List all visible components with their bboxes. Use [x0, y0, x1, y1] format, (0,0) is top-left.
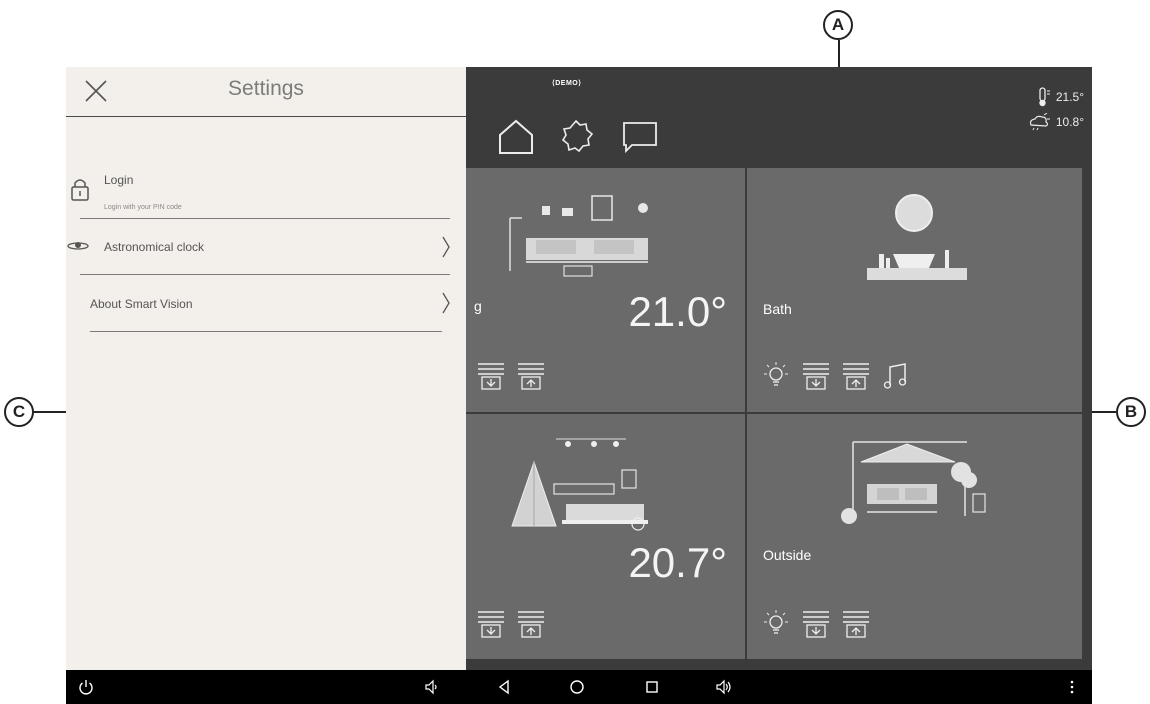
- blind-up-icon[interactable]: [841, 361, 871, 391]
- lock-icon: [71, 179, 89, 201]
- more-icon[interactable]: [1064, 679, 1080, 695]
- power-icon[interactable]: [78, 679, 94, 695]
- gear-icon[interactable]: [556, 117, 596, 155]
- indoor-temp-value: 21.5°: [1055, 90, 1084, 104]
- bath-illustration: [867, 194, 967, 280]
- menu-item-label: About Smart Vision: [90, 297, 193, 311]
- callout-b: B: [1116, 397, 1146, 427]
- chevron-right-icon: [442, 236, 450, 258]
- light-icon[interactable]: [761, 609, 791, 639]
- app-screen: ⟨DEMO⟩ 21.5° 10.8° g 21.0° Bath 20.7° Ou…: [66, 67, 1092, 704]
- divider: [90, 331, 442, 332]
- blind-up-icon[interactable]: [841, 609, 871, 639]
- room-temperature: 21.0°: [628, 288, 727, 335]
- room-tile-bath[interactable]: Bath: [747, 168, 1082, 412]
- blind-down-icon[interactable]: [801, 361, 831, 391]
- room-controls: [761, 609, 871, 639]
- recents-icon[interactable]: [644, 679, 660, 695]
- living-room-illustration: [509, 195, 648, 277]
- figure: A B C ⟨DEMO⟩ 21.5° 10.8° g 21.0° Bath 20…: [0, 0, 1150, 704]
- chat-icon[interactable]: [620, 117, 660, 155]
- divider: [80, 218, 450, 219]
- volume-up-icon[interactable]: [716, 679, 732, 695]
- room-controls: [476, 609, 546, 639]
- room-controls: [761, 361, 911, 391]
- thermometer-icon: [1039, 87, 1050, 107]
- outdoor-temp-value: 10.8°: [1055, 115, 1084, 129]
- menu-item-label: Astronomical clock: [104, 240, 205, 254]
- menu-item-login[interactable]: Login Login with your PIN code: [66, 167, 466, 219]
- callout-a: A: [823, 10, 853, 40]
- menu-item-about[interactable]: About Smart Vision: [66, 276, 466, 332]
- settings-title: Settings: [228, 77, 304, 100]
- indoor-temperature: 21.5°: [1036, 87, 1084, 107]
- room-name: Outside: [763, 547, 812, 563]
- blind-down-icon[interactable]: [476, 609, 506, 639]
- room-tile-kids[interactable]: 20.7°: [466, 414, 745, 659]
- divider: [80, 274, 450, 275]
- outside-illustration: [841, 441, 986, 524]
- room-name: g: [474, 298, 482, 314]
- kids-room-illustration: [511, 438, 648, 531]
- music-icon[interactable]: [881, 361, 911, 391]
- blind-up-icon[interactable]: [516, 361, 546, 391]
- room-tile-outside[interactable]: Outside: [747, 414, 1082, 659]
- room-tile-living[interactable]: g 21.0°: [466, 168, 745, 412]
- settings-panel: Settings Login Login with your PIN code: [66, 67, 466, 670]
- outdoor-temperature: 10.8°: [1028, 113, 1084, 131]
- home-icon[interactable]: [496, 117, 536, 155]
- callout-c-letter: C: [12, 402, 26, 421]
- horizon-sun-icon: [67, 242, 89, 250]
- chevron-right-icon: [442, 292, 450, 314]
- weather-icon: [1029, 113, 1050, 131]
- demo-badge: ⟨DEMO⟩: [552, 80, 582, 87]
- home-circle-icon[interactable]: [569, 679, 585, 695]
- blind-down-icon[interactable]: [801, 609, 831, 639]
- settings-header: Settings: [66, 67, 466, 117]
- menu-item-sublabel: Login with your PIN code: [104, 204, 182, 211]
- room-controls: [476, 361, 546, 391]
- callout-c: C: [4, 397, 34, 427]
- light-icon[interactable]: [761, 361, 791, 391]
- callout-a-letter: A: [831, 15, 845, 34]
- callout-b-letter: B: [1124, 402, 1138, 421]
- system-nav-bar: [66, 670, 1092, 704]
- menu-item-astronomical-clock[interactable]: Astronomical clock: [66, 220, 466, 275]
- menu-item-label: Login: [104, 173, 134, 187]
- room-temperature: 20.7°: [628, 539, 727, 586]
- blind-up-icon[interactable]: [516, 609, 546, 639]
- room-name: Bath: [763, 301, 792, 317]
- volume-down-icon[interactable]: [424, 679, 440, 695]
- back-icon[interactable]: [496, 679, 512, 695]
- blind-down-icon[interactable]: [476, 361, 506, 391]
